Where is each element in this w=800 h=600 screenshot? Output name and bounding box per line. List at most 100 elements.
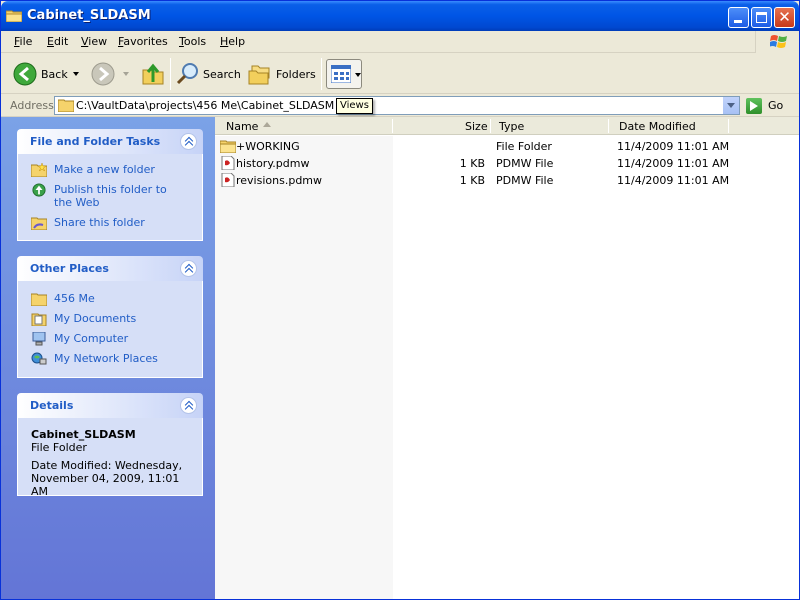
address-dropdown-icon[interactable] [722,97,739,114]
folder-icon [58,99,74,112]
details-panel: Details Cabinet_SLDASM File Folder Date … [17,393,203,498]
menu-tools[interactable]: Tools [179,35,206,48]
folders-button[interactable]: Folders [247,59,317,89]
table-row[interactable]: history.pdmw 1 KB PDMW File 11/4/2009 11… [215,155,799,172]
search-icon [176,63,198,85]
menu-file[interactable]: File [14,35,32,48]
address-label: Address [10,99,54,112]
up-folder-button[interactable] [139,59,165,89]
search-button[interactable]: Search [175,59,241,89]
close-button[interactable]: ✕ [774,7,795,28]
panel-header[interactable]: Other Places [17,256,203,281]
back-button[interactable]: Back [11,59,83,89]
task-label: Share this folder [54,216,145,229]
file-type: PDMW File [496,174,554,187]
minimize-icon [734,20,742,23]
my-documents-icon [31,313,47,326]
file-date-modified: 11/4/2009 11:01 AM [617,157,730,170]
forward-arrow-icon [91,62,115,86]
task-share-folder[interactable]: Share this folder [18,216,204,230]
column-date-modified[interactable]: Date Modified [619,120,696,133]
table-row[interactable]: +WORKING File Folder 11/4/2009 11:01 AM [215,138,799,155]
menu-view[interactable]: View [81,35,107,48]
file-type: File Folder [496,140,552,153]
menu-help[interactable]: Help [220,35,245,48]
details-content: Cabinet_SLDASM File Folder Date Modified… [31,428,191,498]
panel-header[interactable]: Details [17,393,203,418]
go-arrow-icon[interactable] [746,98,762,114]
file-name: history.pdmw [236,157,310,170]
folder-icon [31,293,47,306]
place-label: My Documents [54,312,137,325]
toolbar: Back Search Folders [1,54,799,94]
collapse-chevron-icon[interactable] [180,260,197,277]
column-separator[interactable] [392,119,393,133]
file-date-modified: 11/4/2009 11:01 AM [617,174,730,187]
address-input[interactable]: C:\VaultData\projects\456 Me\Cabinet_SLD… [54,96,740,115]
menu-bar: File Edit View Favorites Tools Help [1,31,799,53]
search-label: Search [203,68,241,81]
file-folder-tasks-panel: File and Folder Tasks Make a new folder … [17,129,203,241]
file-type: PDMW File [496,157,554,170]
menu-edit[interactable]: Edit [47,35,68,48]
place-my-computer[interactable]: My Computer [18,332,204,346]
column-name[interactable]: Name [226,120,258,133]
views-button[interactable] [326,59,362,89]
table-row[interactable]: revisions.pdmw 1 KB PDMW File 11/4/2009 … [215,172,799,189]
place-456-me[interactable]: 456 Me [18,292,204,306]
up-folder-icon [142,63,164,85]
back-arrow-icon [13,62,37,86]
publish-web-icon [32,183,46,197]
place-my-network[interactable]: My Network Places [18,352,204,365]
maximize-button[interactable] [751,7,772,28]
place-my-documents[interactable]: My Documents [18,312,204,326]
task-publish-web[interactable]: Publish this folder to the Web [18,183,188,209]
panel-header[interactable]: File and Folder Tasks [17,129,203,154]
collapse-chevron-icon[interactable] [180,133,197,150]
views-tooltip: Views [336,98,373,114]
column-header: Name Size Type Date Modified [215,117,799,135]
place-label: 456 Me [54,292,95,305]
close-icon: ✕ [778,8,791,26]
file-name: +WORKING [236,140,300,153]
place-label: My Network Places [54,352,158,365]
maximize-icon [756,12,767,23]
file-list: Name Size Type Date Modified +WORKING Fi… [215,117,799,599]
folders-icon [248,65,270,85]
toolbar-separator [170,58,171,90]
panel-title: Other Places [30,262,109,275]
forward-button[interactable] [89,59,129,89]
column-separator[interactable] [728,119,729,133]
details-item-type: File Folder [31,441,87,454]
file-size: 1 KB [459,174,485,187]
back-label: Back [41,68,68,81]
panel-title: File and Folder Tasks [30,135,161,148]
column-size[interactable]: Size [465,120,488,133]
column-separator[interactable] [608,119,609,133]
explorer-window: Cabinet_SLDASM ✕ File Edit View Favorite… [0,0,800,600]
title-bar[interactable]: Cabinet_SLDASM ✕ [1,1,799,31]
go-button[interactable]: Go [768,99,783,112]
folder-icon [220,140,236,153]
task-label: Publish this folder to the Web [54,183,167,209]
window-title: Cabinet_SLDASM [27,8,151,23]
panel-body: Cabinet_SLDASM File Folder Date Modified… [17,418,203,498]
sort-ascending-icon [263,122,271,127]
task-label: Make a new folder [54,163,155,176]
sorted-column-shade [215,136,393,599]
column-type[interactable]: Type [499,120,524,133]
menu-favorites[interactable]: Favorites [118,35,168,48]
column-separator[interactable] [490,119,491,133]
task-make-new-folder[interactable]: Make a new folder [18,163,204,177]
file-date-modified: 11/4/2009 11:01 AM [617,140,730,153]
forward-dropdown-icon[interactable] [123,72,129,76]
toolbar-separator [321,58,322,90]
new-folder-icon [31,163,47,177]
file-size: 1 KB [459,157,485,170]
panel-title: Details [30,399,74,412]
my-computer-icon [32,332,46,346]
collapse-chevron-icon[interactable] [180,397,197,414]
share-folder-icon [31,217,47,230]
minimize-button[interactable] [728,7,749,28]
back-dropdown-icon[interactable] [73,72,79,76]
